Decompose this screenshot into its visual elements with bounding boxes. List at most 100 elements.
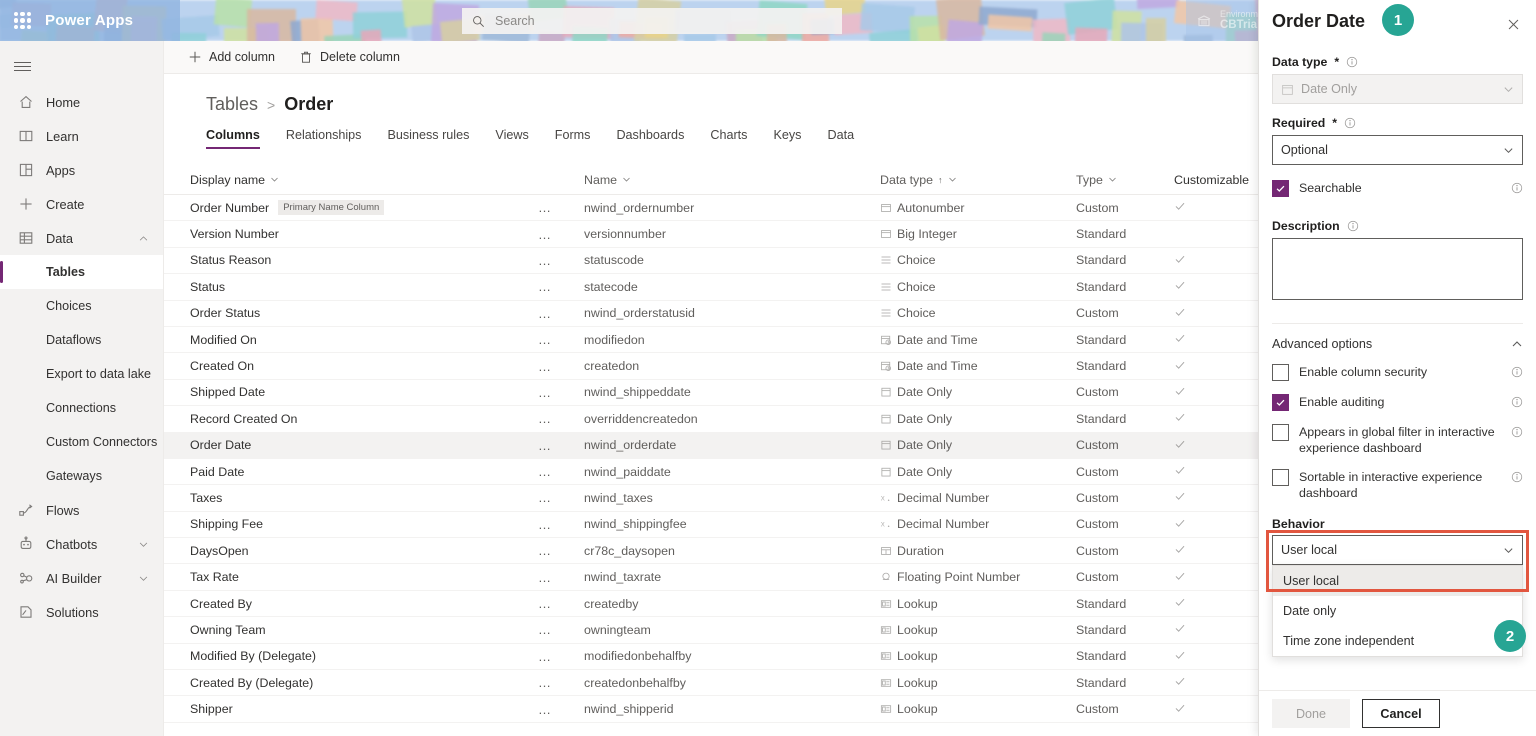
row-overflow-button[interactable]: … [538,675,584,690]
info-icon[interactable] [1346,56,1358,68]
row-overflow-button[interactable]: … [538,200,584,215]
row-overflow-button[interactable]: … [538,622,584,637]
tab-charts[interactable]: Charts [710,128,747,149]
behavior-option[interactable]: Time zone independent [1273,626,1522,656]
row-overflow-button[interactable]: … [538,702,584,717]
sidebar-item-create[interactable]: Create [0,187,163,221]
row-overflow-button[interactable]: … [538,490,584,505]
row-overflow-button[interactable]: … [538,227,584,242]
advanced-checkbox-row[interactable]: Sortable in interactive experience dashb… [1272,469,1523,501]
behavior-option[interactable]: User local [1273,566,1522,596]
checkbox-unchecked[interactable] [1272,364,1289,381]
advanced-checkbox-row[interactable]: Enable auditing [1272,394,1523,411]
sidebar-item-solutions[interactable]: Solutions [0,595,163,629]
tab-relationships[interactable]: Relationships [286,128,362,149]
close-icon[interactable] [1500,11,1526,37]
tab-views[interactable]: Views [495,128,528,149]
sidebar-item-custom-connectors[interactable]: Custom Connectors [0,425,163,459]
row-overflow-button[interactable]: … [538,464,584,479]
sidebar-item-ai-builder[interactable]: AI Builder [0,561,163,595]
column-header-customizable[interactable]: Customizable [1174,173,1264,187]
tab-dashboards[interactable]: Dashboards [616,128,684,149]
cancel-button[interactable]: Cancel [1362,699,1440,728]
searchable-row[interactable]: Searchable [1272,180,1523,197]
info-icon[interactable] [1511,471,1523,483]
info-icon[interactable] [1344,117,1356,129]
row-overflow-button[interactable]: … [538,649,584,664]
search-icon [473,15,485,27]
info-icon[interactable] [1511,366,1523,378]
row-overflow-button[interactable]: … [538,517,584,532]
data-type-icon [880,705,892,713]
tab-keys[interactable]: Keys [773,128,801,149]
sidebar-item-gateways[interactable]: Gateways [0,459,163,493]
breadcrumb-tables[interactable]: Tables [206,94,258,115]
brand-block[interactable]: Power Apps [0,0,180,41]
row-overflow-button[interactable]: … [538,385,584,400]
sidebar-item-learn[interactable]: Learn [0,119,163,153]
row-overflow-button[interactable]: … [538,438,584,453]
cell-data-type: X Decimal Number [880,491,1076,505]
cell-customizable [1174,253,1264,268]
checkbox-unchecked[interactable] [1272,424,1289,441]
cell-data-type: Lookup [880,702,1076,716]
sidebar-item-apps[interactable]: Apps [0,153,163,187]
global-search[interactable] [462,8,842,34]
row-overflow-button[interactable]: … [538,279,584,294]
behavior-select[interactable]: User local [1272,535,1523,565]
sidebar-item-connections[interactable]: Connections [0,391,163,425]
sidebar-item-choices[interactable]: Choices [0,289,163,323]
waffle-icon[interactable] [14,12,31,29]
data-type-icon: X [881,496,890,502]
tab-business-rules[interactable]: Business rules [387,128,469,149]
sidebar-item-chatbots[interactable]: Chatbots [0,527,163,561]
info-icon[interactable] [1511,182,1523,194]
required-select[interactable]: Optional [1272,135,1523,165]
cell-data-type: Floating Point Number [880,570,1076,584]
sidebar-item-export-to-data-lake[interactable]: Export to data lake [0,357,163,391]
row-overflow-button[interactable]: … [538,543,584,558]
advanced-checkbox-row[interactable]: Enable column security [1272,364,1523,381]
sidebar-item-data[interactable]: Data [0,221,163,255]
row-overflow-button[interactable]: … [538,253,584,268]
column-header-name[interactable]: Name [584,173,880,187]
tab-columns[interactable]: Columns [206,128,260,149]
row-overflow-glyph: … [538,490,553,506]
display-name-text: Tax Rate [190,570,239,585]
row-overflow-button[interactable]: … [538,306,584,321]
cell-data-type: Date Only [880,412,1076,426]
behavior-option[interactable]: Date only [1273,596,1522,626]
info-icon[interactable] [1511,426,1523,438]
column-header-data-type[interactable]: Data type ↑ [880,173,1076,187]
search-input[interactable] [493,13,832,29]
data-type-icon [881,467,891,477]
row-overflow-button[interactable]: … [538,570,584,585]
chevron-down-icon [139,576,148,581]
tab-forms[interactable]: Forms [555,128,591,149]
breadcrumb-separator: > [267,96,276,113]
row-overflow-button[interactable]: … [538,332,584,347]
hamburger-icon[interactable] [0,47,44,85]
checkbox-checked[interactable] [1272,394,1289,411]
row-overflow-glyph: … [538,384,553,400]
description-textarea[interactable] [1272,238,1523,300]
sidebar-item-tables[interactable]: Tables [0,255,163,289]
checkbox-unchecked[interactable] [1272,469,1289,486]
advanced-options-toggle[interactable]: Advanced options [1272,323,1523,351]
searchable-checkbox[interactable] [1272,180,1289,197]
sidebar-item-home[interactable]: Home [0,85,163,119]
advanced-checkbox-row[interactable]: Appears in global filter in interactive … [1272,424,1523,456]
info-icon[interactable] [1511,396,1523,408]
info-icon[interactable] [1347,220,1359,232]
sidebar-item-dataflows[interactable]: Dataflows [0,323,163,357]
row-overflow-button[interactable]: … [538,411,584,426]
add-column-button[interactable]: Add column [178,46,285,68]
row-overflow-button[interactable]: … [538,596,584,611]
delete-column-button[interactable]: Delete column [289,46,410,68]
sidebar-item-flows[interactable]: Flows [0,493,163,527]
column-header-type[interactable]: Type [1076,173,1174,187]
tab-data[interactable]: Data [827,128,854,149]
done-button[interactable]: Done [1272,699,1350,728]
column-header-display-name[interactable]: Display name [190,173,538,187]
row-overflow-button[interactable]: … [538,359,584,374]
